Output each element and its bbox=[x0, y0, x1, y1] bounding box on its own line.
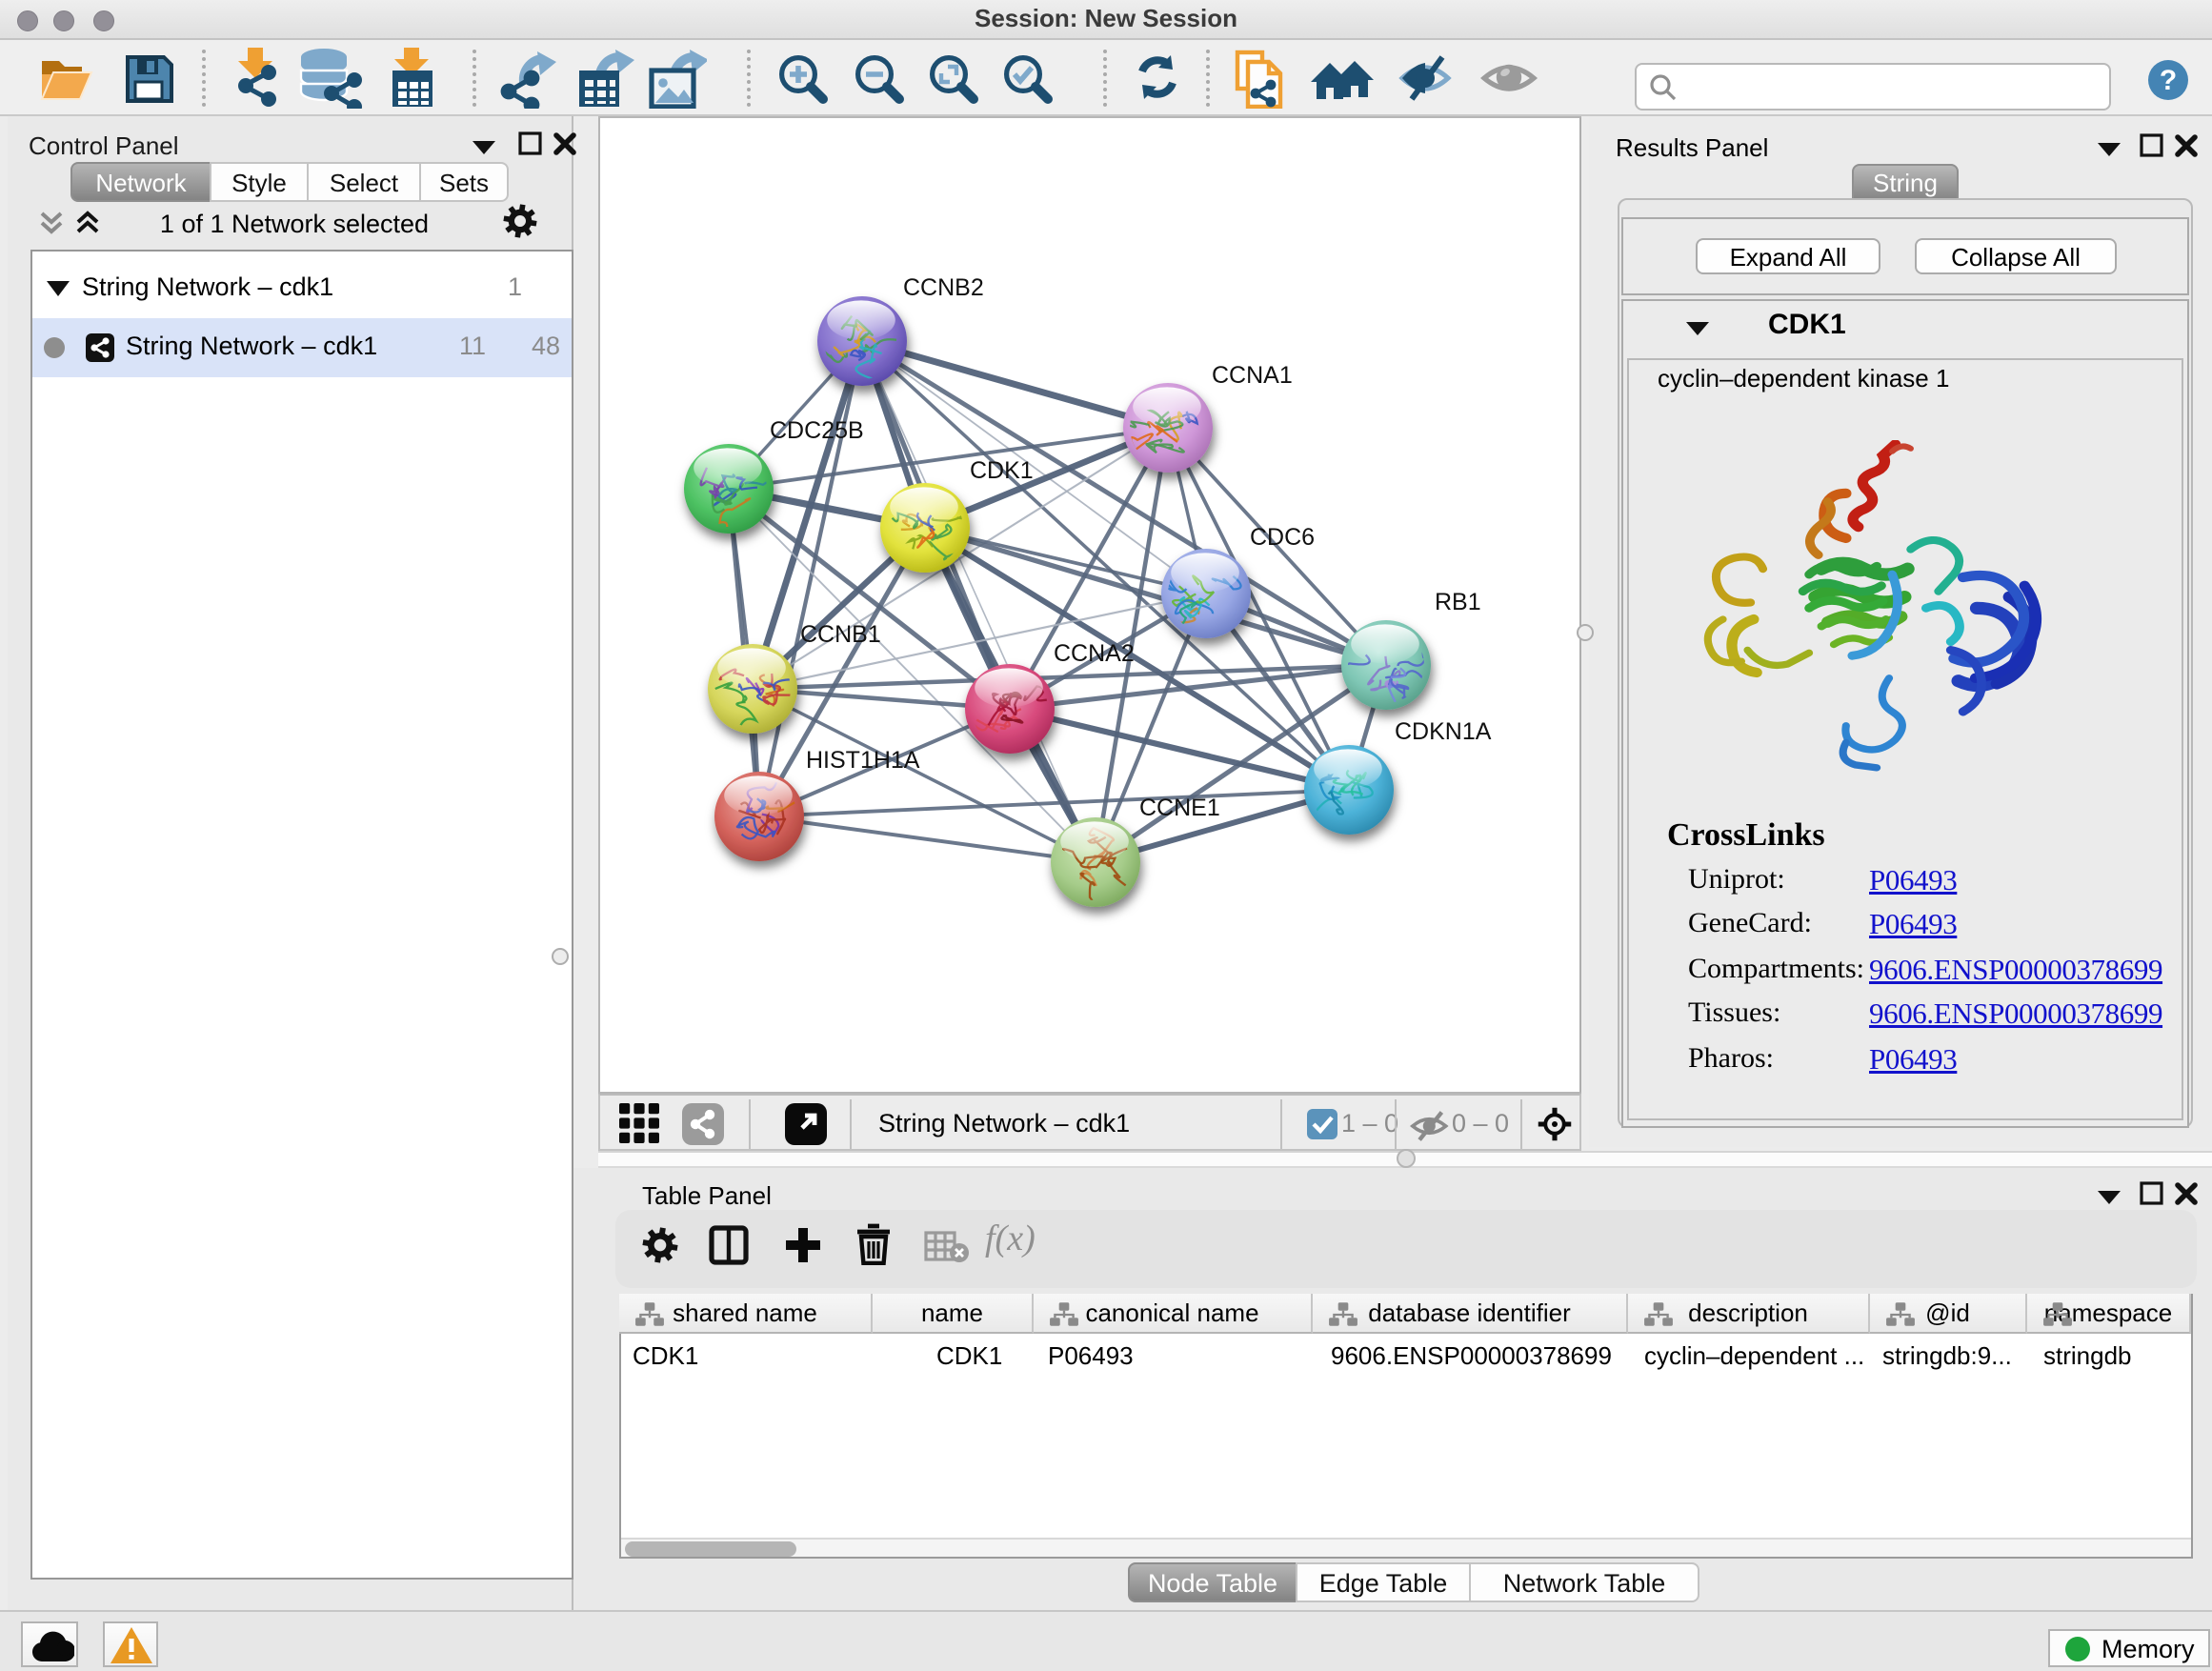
svg-text:CDC6: CDC6 bbox=[1250, 524, 1315, 551]
svg-text:CCNA1: CCNA1 bbox=[1212, 362, 1293, 389]
svg-text:CCNB2: CCNB2 bbox=[903, 274, 984, 301]
svg-text:RB1: RB1 bbox=[1435, 589, 1481, 615]
svg-text:CDK1: CDK1 bbox=[970, 457, 1034, 484]
svg-text:CDKN1A: CDKN1A bbox=[1395, 718, 1492, 745]
svg-text:CDC25B: CDC25B bbox=[770, 417, 864, 444]
svg-text:CCNB1: CCNB1 bbox=[800, 621, 881, 648]
svg-text:HIST1H1A: HIST1H1A bbox=[806, 747, 920, 774]
svg-text:?: ? bbox=[2160, 65, 2177, 96]
svg-text:CCNA2: CCNA2 bbox=[1054, 640, 1135, 667]
svg-text:CCNE1: CCNE1 bbox=[1139, 795, 1220, 821]
